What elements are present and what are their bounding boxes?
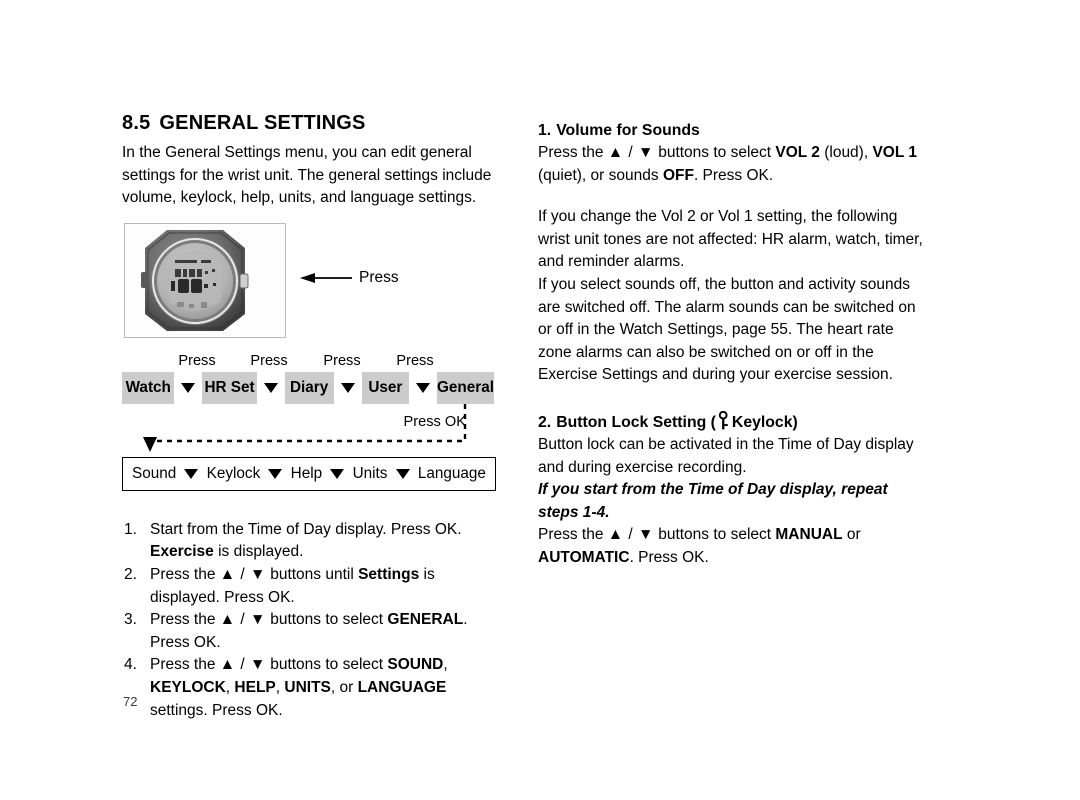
volume-for-sounds-heading: 1. Volume for Sounds [538, 120, 930, 141]
sub-menu-item-keylock[interactable]: Keylock [207, 465, 261, 483]
press-label-2: Press [250, 352, 288, 369]
menu-item-watch[interactable]: Watch [122, 371, 175, 404]
step-marker: 4. [124, 656, 137, 674]
button-lock-heading: 2. Button Lock Setting ( Keylock) [538, 410, 930, 433]
menu-item-general-label: General [437, 378, 494, 396]
section-number: 8.5 [122, 112, 151, 134]
button-lock-heading-prefix: Button Lock Setting ( [556, 413, 716, 431]
menu-item-user[interactable]: User [361, 371, 410, 404]
key-icon [718, 410, 728, 430]
watch-figure: Press [122, 222, 507, 338]
watch-press-label: Press [359, 268, 399, 286]
press-label-3: Press [323, 352, 361, 369]
volume-heading-number: 1. [538, 122, 552, 139]
section-title: GENERAL SETTINGS [159, 112, 366, 134]
list-item: 3. Press the ▲ / ▼ buttons to select GEN… [122, 609, 507, 654]
list-item: 2. Press the ▲ / ▼ buttons until Setting… [122, 564, 507, 609]
top-menu-row: Watch HR Set Diary User General [122, 371, 494, 404]
menu-separator-3 [333, 371, 362, 404]
step-marker: 1. [124, 520, 137, 538]
triangle-down-icon [268, 468, 283, 479]
triangle-down-icon [340, 382, 355, 393]
triangle-down-icon [181, 382, 196, 393]
menu-item-hr-set[interactable]: HR Set [202, 371, 257, 404]
button-lock-heading-number: 2. [538, 413, 552, 431]
list-item: 1. Start from the Time of Day display. P… [122, 519, 507, 564]
sub-menu-item-sound[interactable]: Sound [132, 465, 176, 483]
step-text: Start from the Time of Day display. Pres… [150, 520, 462, 561]
sub-menu-item-help[interactable]: Help [291, 465, 322, 483]
volume-note-paragraph-2: If you select sounds off, the button and… [538, 275, 916, 384]
menu-item-general[interactable]: General [437, 371, 494, 404]
watch-photo [124, 222, 286, 338]
menu-item-diary[interactable]: Diary [284, 371, 334, 404]
menu-flow-diagram: Press Press Press Press Watch HR Set Dia… [122, 352, 496, 497]
volume-heading-text: Volume for Sounds [556, 122, 700, 139]
instruction-steps-list: 1. Start from the Time of Day display. P… [122, 519, 507, 722]
button-lock-italic-note: If you start from the Time of Day displa… [538, 481, 888, 521]
step-marker: 2. [124, 565, 137, 583]
step-text: Press the ▲ / ▼ buttons to select SOUND,… [150, 656, 448, 719]
button-lock-instruction: Press the ▲ / ▼ buttons to select MANUAL… [538, 526, 861, 566]
triangle-down-icon [395, 468, 410, 479]
button-lock-paragraph: Button lock can be activated in the Time… [538, 435, 914, 476]
sub-menu-item-units[interactable]: Units [353, 465, 388, 483]
menu-separator-1 [174, 371, 203, 404]
press-label-4: Press [396, 352, 434, 369]
menu-item-diary-label: Diary [289, 378, 329, 396]
sub-menu-item-language[interactable]: Language [418, 465, 486, 483]
volume-note-paragraph-1: If you change the Vol 2 or Vol 1 setting… [538, 208, 923, 271]
step-text: Press the ▲ / ▼ buttons until Settings i… [150, 565, 435, 606]
button-lock-heading-suffix: Keylock) [731, 413, 798, 431]
press-label-row: Press Press Press Press [122, 352, 494, 372]
triangle-down-icon [263, 382, 278, 393]
section-heading: 8.5 GENERAL SETTINGS [122, 112, 507, 135]
left-column: 8.5 GENERAL SETTINGS In the General Setti… [122, 112, 507, 722]
watch-illustration [125, 223, 285, 337]
press-ok-label: Press OK [403, 413, 466, 430]
menu-separator-2 [256, 371, 285, 404]
list-item: 4. Press the ▲ / ▼ buttons to select SOU… [122, 654, 507, 722]
section-intro-paragraph: In the General Settings menu, you can ed… [122, 144, 492, 207]
triangle-down-icon [416, 382, 431, 393]
triangle-down-icon [184, 468, 199, 479]
menu-item-hr-set-label: HR Set [204, 378, 255, 396]
step-marker: 3. [124, 611, 137, 629]
menu-separator-4 [409, 371, 438, 404]
press-label-1: Press [178, 352, 216, 369]
menu-item-user-label: User [368, 378, 403, 396]
volume-instruction: Press the ▲ / ▼ buttons to select VOL 2 … [538, 144, 917, 184]
triangle-down-icon [330, 468, 345, 479]
menu-item-watch-label: Watch [125, 378, 171, 396]
press-callout-arrow [300, 272, 352, 283]
press-ok-flow: Press OK [122, 403, 494, 452]
right-column: 1. Volume for Sounds Press the ▲ / ▼ butt… [538, 120, 930, 570]
step-text: Press the ▲ / ▼ buttons to select GENERA… [150, 611, 468, 651]
page-number: 72 [123, 694, 138, 709]
manual-page: 8.5 GENERAL SETTINGS In the General Setti… [0, 0, 1080, 800]
sub-menu-row: Sound Keylock Help Units Language [122, 456, 496, 491]
